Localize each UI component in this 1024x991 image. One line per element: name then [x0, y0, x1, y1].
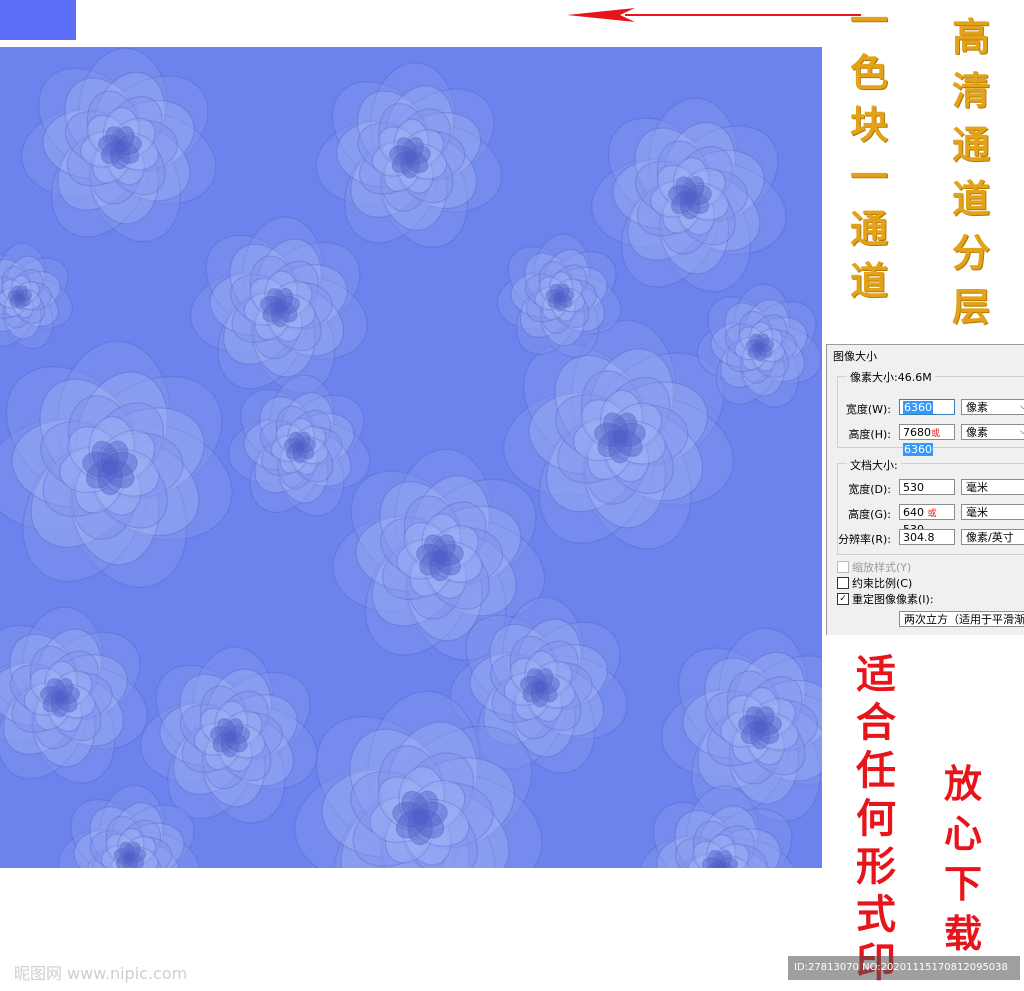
vertical-caption-download: 放 心 下 载 — [944, 765, 982, 965]
resample-method-select[interactable]: 两次立方（适用于平滑渐变 — [899, 611, 1024, 627]
doc-width-unit-select[interactable]: 毫米 — [961, 479, 1024, 495]
caption-char: 道 — [952, 176, 991, 221]
caption-char: 清 — [952, 68, 991, 113]
caption-char: 通 — [952, 122, 991, 167]
caption-char: 分 — [952, 230, 991, 275]
doc-height-input[interactable]: 640 或 530 — [899, 504, 955, 536]
image-id-bar: ID:27813070 NO:20201115170812095038 — [788, 956, 1020, 980]
caption-char: 通 — [850, 206, 889, 251]
color-swatch — [0, 0, 76, 40]
chevron-down-icon: ⌵ — [1020, 427, 1024, 437]
dialog-title: 图像大小 — [833, 350, 877, 363]
doc-width-input[interactable]: 530 — [899, 479, 955, 495]
resample-image-checkbox[interactable]: ✓ 重定图像像素(I): — [837, 591, 934, 607]
caption-char: 一 — [850, 0, 889, 43]
caption-char: 一 — [850, 154, 889, 199]
vertical-caption-hd-layers: 高 清 通 道 分 层 — [952, 18, 990, 342]
caption-char: 色 — [850, 50, 889, 95]
annotation-mark: 或 — [931, 429, 941, 439]
resolution-unit-select[interactable]: 像素/英寸 — [961, 529, 1024, 545]
vertical-caption-print-any: 适 合 任 何 形 式 印 — [856, 655, 896, 991]
doc-height-unit-select[interactable]: 毫米 — [961, 504, 1024, 520]
resolution-label: 分辨率(R): — [838, 533, 891, 546]
caption-char: 式 — [856, 891, 896, 938]
width-label: 宽度(W): — [845, 403, 891, 416]
height-unit-select[interactable]: 像素 ⌵ — [961, 424, 1024, 440]
site-watermark: 昵图网 www.nipic.com — [14, 964, 188, 983]
caption-char: 高 — [952, 14, 991, 59]
constrain-proportions-checkbox[interactable]: 约束比例(C) — [837, 575, 912, 591]
caption-char: 任 — [856, 747, 896, 794]
chevron-down-icon: ⌵ — [1020, 402, 1024, 412]
caption-char: 合 — [856, 699, 896, 746]
caption-char: 适 — [856, 651, 896, 698]
height-input[interactable]: 7680或6360 — [899, 424, 955, 456]
caption-char: 放 — [944, 761, 983, 806]
image-size-dialog: 图像大小 像素大小:46.6M 宽度(W): 6360 像素 ⌵ 高度(H): 7… — [826, 344, 1024, 635]
left-arrow-icon — [567, 8, 861, 22]
document-size-label: 文档大小: — [847, 457, 901, 473]
rose-pattern-image — [0, 47, 822, 868]
checkmark-icon: ✓ — [837, 593, 849, 605]
doc-width-label: 宽度(D): — [848, 483, 891, 496]
caption-char: 块 — [850, 102, 889, 147]
resolution-input[interactable]: 304.8 — [899, 529, 955, 545]
doc-height-label: 高度(G): — [848, 508, 891, 521]
scale-styles-checkbox[interactable]: 缩放样式(Y) — [837, 559, 911, 575]
caption-char: 何 — [856, 795, 896, 842]
height-label: 高度(H): — [848, 428, 891, 441]
caption-char: 形 — [856, 843, 896, 890]
caption-char: 道 — [850, 258, 889, 303]
pixel-dimensions-label: 像素大小:46.6M — [847, 369, 935, 385]
caption-char: 下 — [944, 861, 983, 906]
caption-char: 心 — [944, 811, 983, 856]
caption-char: 层 — [952, 284, 991, 329]
width-input[interactable]: 6360 — [899, 399, 955, 415]
vertical-caption-single-channel: 一 色 块 一 通 道 — [850, 2, 888, 314]
annotation-mark: 或 — [927, 509, 937, 519]
width-unit-select[interactable]: 像素 ⌵ — [961, 399, 1024, 415]
